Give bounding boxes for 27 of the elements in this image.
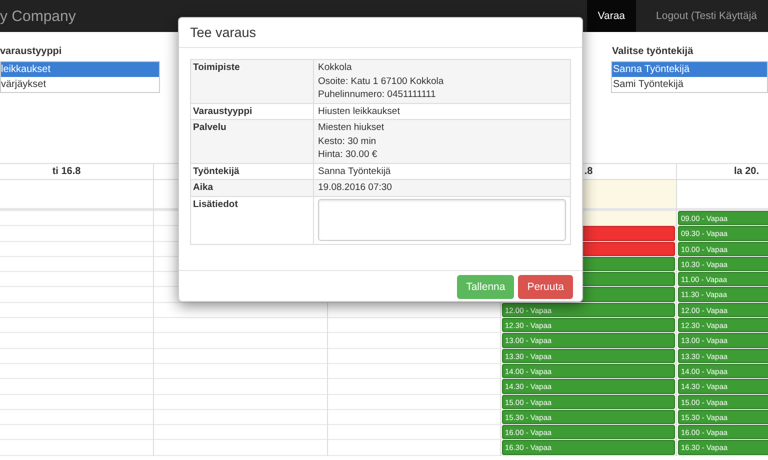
field-label: Toimipiste (192, 61, 241, 75)
save-button[interactable]: Tallenna (457, 274, 514, 298)
field-label: Aika (192, 181, 214, 195)
field-label: Työntekijä (192, 164, 240, 178)
nav-link[interactable]: Varaa (586, 0, 636, 32)
field-value: Hinta: 30.00 € (318, 148, 378, 162)
field-value: Kesto: 30 min (318, 134, 378, 148)
nav-link[interactable]: Logout (Testi Käyttäjä (645, 0, 768, 32)
picker-title: Valitse työntekijä (611, 46, 694, 57)
field-value: Osoite: Katu 1 67100 Kokkola (318, 74, 445, 88)
list-option[interactable]: leikkaukset (1, 62, 159, 77)
field-value: Puhelinnumero: 0451111111 (318, 88, 437, 102)
field-label: Varaustyyppi (192, 104, 254, 118)
field-value: 19.08.2016 07:30 (318, 181, 393, 194)
select-list[interactable]: leikkaukset värjäykset (0, 61, 160, 93)
field-value: Hiusten leikkaukset (318, 104, 401, 118)
field-value: Sanna Työntekijä (318, 164, 392, 178)
picker-title: varaustyyppi (0, 46, 63, 57)
list-option[interactable]: Sanna Työntekijä (612, 62, 767, 77)
cancel-button[interactable]: Peruuta (518, 274, 573, 298)
brand-name: y Company (0, 8, 76, 24)
field-label: Palvelu (192, 121, 228, 135)
field-value: Miesten hiukset (318, 121, 386, 134)
select-list[interactable]: Sanna Työntekijä Sami Työntekijä (611, 61, 768, 93)
field-label: Lisätiedot (192, 198, 239, 212)
dialog-title: Tee varaus (190, 25, 256, 40)
field-value: Kokkola (318, 61, 353, 74)
